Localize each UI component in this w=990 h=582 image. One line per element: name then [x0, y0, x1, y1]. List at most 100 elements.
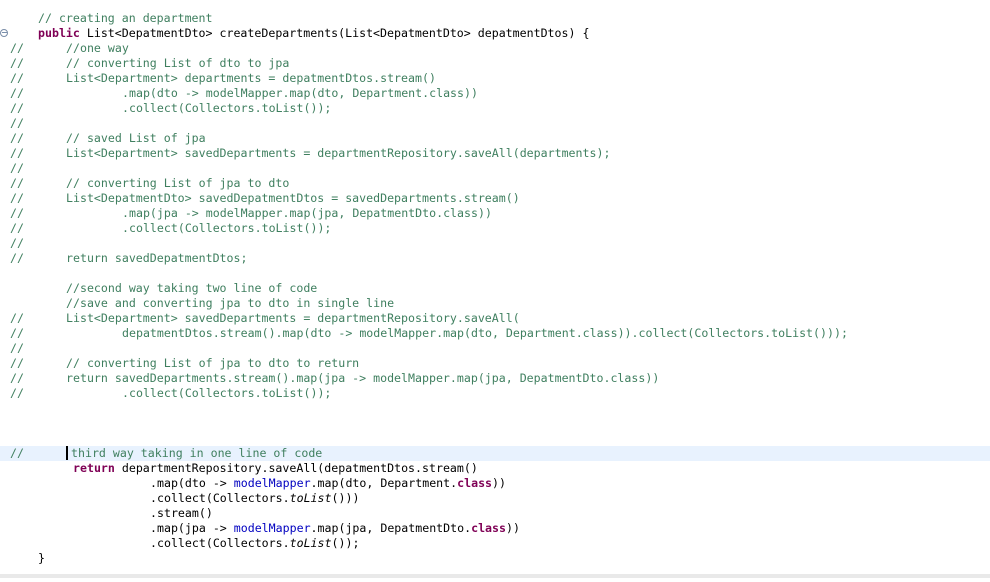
code-text: .map(dto -> modelMapper.map(dto, Departm… — [122, 86, 478, 101]
comment-prefix: // — [10, 71, 24, 85]
line-gutter — [0, 521, 30, 536]
code-line[interactable]: // List<DepatmentDto> savedDepatmentDtos … — [0, 191, 990, 206]
comment-prefix: // — [10, 341, 24, 355]
line-gutter: // — [0, 86, 30, 101]
code-editor[interactable]: // creating an department − public List<De… — [0, 0, 990, 578]
code-token: .map(jpa -> modelMapper.map(jpa, Depatme… — [122, 206, 492, 220]
code-token: } — [38, 551, 45, 565]
code-text: List<DepatmentDto> savedDepatmentDtos = … — [66, 191, 520, 206]
code-line[interactable]: // .collect(Collectors.toList()); — [0, 386, 990, 401]
code-line[interactable]: // return savedDepatmentDtos; — [0, 251, 990, 266]
line-gutter — [0, 266, 30, 281]
code-line[interactable]: .map(jpa -> modelMapper.map(jpa, Depatme… — [0, 521, 990, 536]
code-text: return departmentRepository.saveAll(depa… — [73, 461, 478, 476]
code-line[interactable]: // // converting List of dto to jpa — [0, 56, 990, 71]
line-gutter — [0, 401, 30, 416]
code-line[interactable]: .collect(Collectors.toList())) — [0, 491, 990, 506]
code-token: class — [457, 476, 493, 490]
comment-prefix: // — [10, 191, 24, 205]
comment-prefix: // — [10, 86, 24, 100]
code-token: //second way taking two line of code — [66, 281, 318, 295]
code-token: .collect(Collectors.toList()); — [122, 101, 332, 115]
code-line[interactable] — [0, 401, 990, 416]
line-gutter — [0, 431, 30, 446]
code-text: List<Department> savedDepartments = depa… — [66, 146, 610, 161]
line-gutter: // — [0, 101, 30, 116]
code-line[interactable]: // // converting List of jpa to dto to re… — [0, 356, 990, 371]
code-text: List<Department> departments = depatment… — [66, 71, 436, 86]
code-line[interactable]: // // saved List of jpa — [0, 131, 990, 146]
line-gutter: // — [0, 326, 30, 341]
comment-prefix: // — [10, 101, 24, 115]
code-line[interactable]: // — [0, 236, 990, 251]
code-line[interactable]: // .map(dto -> modelMapper.map(dto, Depar… — [0, 86, 990, 101]
code-token: // converting List of jpa to dto — [66, 176, 290, 190]
code-token: .map(dto -> modelMapper.map(dto, Departm… — [122, 86, 478, 100]
line-gutter — [0, 506, 30, 521]
code-token: ()); — [331, 536, 360, 550]
code-line[interactable]: // creating an department — [0, 11, 990, 26]
code-text: .collect(Collectors.toList())) — [150, 491, 359, 506]
code-line[interactable]: // — [0, 341, 990, 356]
code-line[interactable]: // List<Department> savedDepartments = de… — [0, 311, 990, 326]
code-line[interactable]: − public List<DepatmentDto> createDepartm… — [0, 26, 990, 41]
code-line[interactable]: return departmentRepository.saveAll(depa… — [0, 461, 990, 476]
code-line[interactable]: // List<Department> departments = depatme… — [0, 71, 990, 86]
line-gutter — [0, 296, 30, 311]
code-lines[interactable]: // creating an department − public List<De… — [0, 11, 990, 566]
code-token: .stream() — [150, 506, 213, 520]
code-token: )) — [506, 521, 520, 535]
editor-bottom-border — [0, 574, 990, 578]
code-text: .collect(Collectors.toList()); — [122, 221, 331, 236]
line-gutter: // — [0, 221, 30, 236]
code-line[interactable]: // depatmentDtos.stream().map(dto -> mode… — [0, 326, 990, 341]
code-line[interactable]: //second way taking two line of code — [0, 281, 990, 296]
code-text: .map(jpa -> modelMapper.map(jpa, Depatme… — [122, 206, 492, 221]
line-gutter: // — [0, 71, 30, 86]
code-line[interactable] — [0, 431, 990, 446]
line-gutter — [0, 476, 30, 491]
code-token: .collect(Collectors. — [150, 491, 290, 505]
code-token: public — [38, 26, 80, 40]
comment-prefix: // — [10, 146, 24, 160]
code-text: .collect(Collectors.toList()); — [122, 386, 331, 401]
comment-prefix: // — [10, 251, 24, 265]
code-line[interactable]: .collect(Collectors.toList()); — [0, 536, 990, 551]
code-line[interactable]: // List<Department> savedDepartments = de… — [0, 146, 990, 161]
code-line[interactable] — [0, 266, 990, 281]
code-line[interactable]: // .map(jpa -> modelMapper.map(jpa, Depat… — [0, 206, 990, 221]
code-token: .map(jpa, DepatmentDto. — [310, 521, 472, 535]
line-gutter: // — [0, 116, 30, 131]
code-line[interactable]: // // converting List of jpa to dto — [0, 176, 990, 191]
code-text: .stream() — [150, 506, 213, 521]
line-gutter — [0, 461, 30, 476]
line-gutter: // — [0, 146, 30, 161]
code-line[interactable]: // third way taking in one line of code — [0, 446, 990, 461]
line-gutter: // — [0, 56, 30, 71]
line-gutter: // — [0, 371, 30, 386]
code-text: } — [38, 551, 45, 566]
code-line[interactable] — [0, 416, 990, 431]
code-token: return savedDepartments.stream().map(jpa… — [66, 371, 660, 385]
code-line[interactable]: // — [0, 161, 990, 176]
code-line[interactable]: } — [0, 551, 990, 566]
code-line[interactable]: // //one way — [0, 41, 990, 56]
code-token: // creating an department — [38, 11, 213, 25]
fold-collapse-icon[interactable]: − — [0, 29, 8, 37]
code-token: //one way — [66, 41, 129, 55]
code-line[interactable]: .stream() — [0, 506, 990, 521]
code-token: depatmentDtos.stream().map(dto -> modelM… — [122, 326, 848, 340]
code-text: return savedDepartments.stream().map(jpa… — [66, 371, 659, 386]
code-line[interactable]: // — [0, 116, 990, 131]
code-line[interactable]: .map(dto -> modelMapper.map(dto, Departm… — [0, 476, 990, 491]
line-gutter — [0, 551, 30, 566]
code-line[interactable]: // return savedDepartments.stream().map(j… — [0, 371, 990, 386]
line-gutter — [0, 11, 30, 26]
comment-prefix: // — [10, 116, 24, 130]
code-line[interactable]: //save and converting jpa to dto in sing… — [0, 296, 990, 311]
code-line[interactable]: // .collect(Collectors.toList()); — [0, 221, 990, 236]
line-gutter: // — [0, 191, 30, 206]
code-line[interactable]: // .collect(Collectors.toList()); — [0, 101, 990, 116]
comment-prefix: // — [10, 206, 24, 220]
comment-prefix: // — [10, 446, 24, 460]
